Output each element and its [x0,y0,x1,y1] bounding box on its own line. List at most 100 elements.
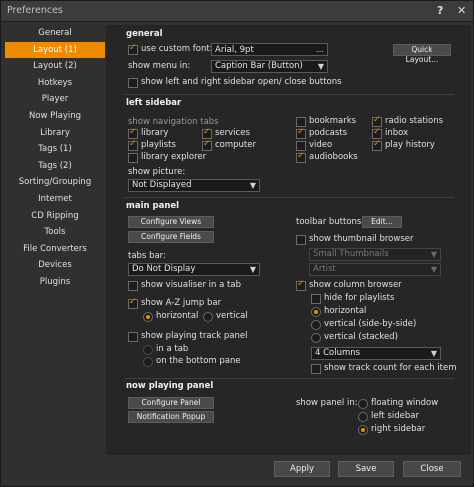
column-vertical-sbs-label: vertical (side-by-side) [324,319,417,329]
show-visualiser-label: show visualiser in a tab [141,280,241,290]
quick-layout-button[interactable]: Quick Layout... [393,44,451,64]
tab-play-history-checkbox[interactable] [372,139,382,151]
configure-panel-button[interactable]: Configure Panel [128,397,214,409]
layout-content-panel: general use custom font: Arial, 9pt ... … [106,25,471,455]
tab-services-label: services [215,128,250,138]
sidebar-item[interactable]: Tags (1) [5,141,105,158]
title-bar: Preferences ? ✕ [1,1,473,22]
columns-count-value: 4 Columns [315,348,361,358]
column-vertical-stacked-radio[interactable] [311,333,321,343]
toolbar-edit-button[interactable]: Edit... [362,216,402,228]
thumbnail-group-select[interactable]: Artist ▼ [309,263,441,276]
divider [124,197,454,198]
sidebar-item[interactable]: Sorting/Grouping [5,174,105,191]
panel-floating-window-label: floating window [371,398,439,408]
show-picture-value: Not Displayed [132,180,192,190]
show-sidebar-buttons-checkbox[interactable] [128,78,138,88]
show-picture-select[interactable]: Not Displayed ▼ [128,179,260,192]
show-az-jump-bar-label: show A-Z jump bar [141,298,222,308]
chevron-down-icon: ▼ [430,250,437,259]
tab-radio-stations-checkbox[interactable] [372,115,382,127]
save-button[interactable]: Save [338,461,394,477]
show-visualiser-checkbox[interactable] [128,281,138,291]
show-column-browser-label: show column browser [309,280,402,290]
az-vertical-label: vertical [216,311,248,321]
window-title: Preferences [7,5,63,16]
close-icon[interactable]: ✕ [457,4,466,17]
column-vertical-sbs-radio[interactable] [311,320,321,330]
tabs-bar-select[interactable]: Do Not Display ▼ [128,263,260,276]
use-custom-font-checkbox[interactable] [128,43,138,55]
show-thumbnail-browser-checkbox[interactable] [296,235,306,245]
chevron-down-icon: ▼ [249,265,256,274]
tab-inbox-checkbox[interactable] [372,127,382,139]
tab-play-history-label: play history [385,140,435,150]
panel-left-sidebar-label: left sidebar [371,411,419,421]
sidebar-item[interactable]: Internet [5,191,105,208]
apply-button[interactable]: Apply [274,461,330,477]
thumbnail-size-select[interactable]: Small Thumbnails ▼ [309,248,441,261]
panel-right-sidebar-label: right sidebar [371,424,426,434]
sidebar-item[interactable]: Player [5,91,105,108]
tab-bookmarks-label: bookmarks [309,116,357,126]
az-vertical-radio[interactable] [203,312,213,322]
panel-left-sidebar-radio[interactable] [358,412,368,422]
sidebar-item[interactable]: CD Ripping [5,208,105,225]
tabs-bar-label: tabs bar: [128,251,166,261]
font-input[interactable]: Arial, 9pt ... [211,43,328,56]
playing-track-bottom-pane-radio[interactable] [143,357,153,367]
tab-inbox-label: inbox [385,128,409,138]
help-icon[interactable]: ? [437,4,443,17]
tab-services-checkbox[interactable] [202,127,212,139]
sidebar-item[interactable]: Tags (2) [5,158,105,175]
columns-count-select[interactable]: 4 Columns ▼ [311,347,441,360]
sidebar-item[interactable]: Library [5,125,105,142]
tab-library-explorer-checkbox[interactable] [128,153,138,163]
sidebar-item[interactable]: Devices [5,257,105,274]
tab-bookmarks-checkbox[interactable] [296,117,306,127]
sidebar-item[interactable]: Layout (2) [5,58,105,75]
configure-views-button[interactable]: Configure Views [128,216,214,228]
use-custom-font-label: use custom font: [141,44,213,54]
chevron-down-icon: ▼ [317,62,324,71]
tabs-bar-value: Do Not Display [132,264,196,274]
panel-floating-window-radio[interactable] [358,399,368,409]
show-picture-label: show picture: [128,167,186,177]
toolbar-buttons-label: toolbar buttons: [296,217,365,227]
chevron-down-icon: ▼ [430,265,437,274]
sidebar-item[interactable]: Layout (1) [5,41,105,59]
section-title-left-sidebar: left sidebar [126,98,182,108]
hide-for-playlists-checkbox[interactable] [311,294,321,304]
tab-library-checkbox[interactable] [128,127,138,139]
sidebar-item[interactable]: Tools [5,224,105,241]
divider [124,378,454,379]
sidebar-item[interactable]: Plugins [5,274,105,291]
notification-popup-button[interactable]: Notification Popup [128,411,214,423]
show-menu-in-select[interactable]: Caption Bar (Button) ▼ [211,60,328,73]
font-browse-button[interactable]: ... [316,44,324,57]
configure-fields-button[interactable]: Configure Fields [128,231,214,243]
show-track-count-checkbox[interactable] [311,364,321,374]
tab-computer-label: computer [215,140,256,150]
tab-playlists-checkbox[interactable] [128,139,138,151]
sidebar-item[interactable]: File Converters [5,241,105,258]
tab-video-checkbox[interactable] [296,141,306,151]
az-horizontal-label: horizontal [156,311,199,321]
tab-computer-checkbox[interactable] [202,139,212,151]
close-button[interactable]: Close [403,461,461,477]
show-column-browser-checkbox[interactable] [296,279,306,291]
tab-podcasts-checkbox[interactable] [296,127,306,139]
az-horizontal-radio[interactable] [143,312,153,322]
tab-radio-stations-label: radio stations [385,116,444,126]
sidebar-item[interactable]: Now Playing [5,108,105,125]
column-horizontal-radio[interactable] [311,307,321,317]
show-az-jump-bar-checkbox[interactable] [128,297,138,309]
show-playing-track-checkbox[interactable] [128,332,138,342]
chevron-down-icon: ▼ [430,349,437,358]
thumbnail-group-value: Artist [313,264,336,274]
tab-audiobooks-checkbox[interactable] [296,151,306,163]
sidebar-item[interactable]: Hotkeys [5,75,105,92]
sidebar-item[interactable]: General [5,25,105,42]
playing-track-in-tab-radio[interactable] [143,345,153,355]
panel-right-sidebar-radio[interactable] [358,425,368,435]
